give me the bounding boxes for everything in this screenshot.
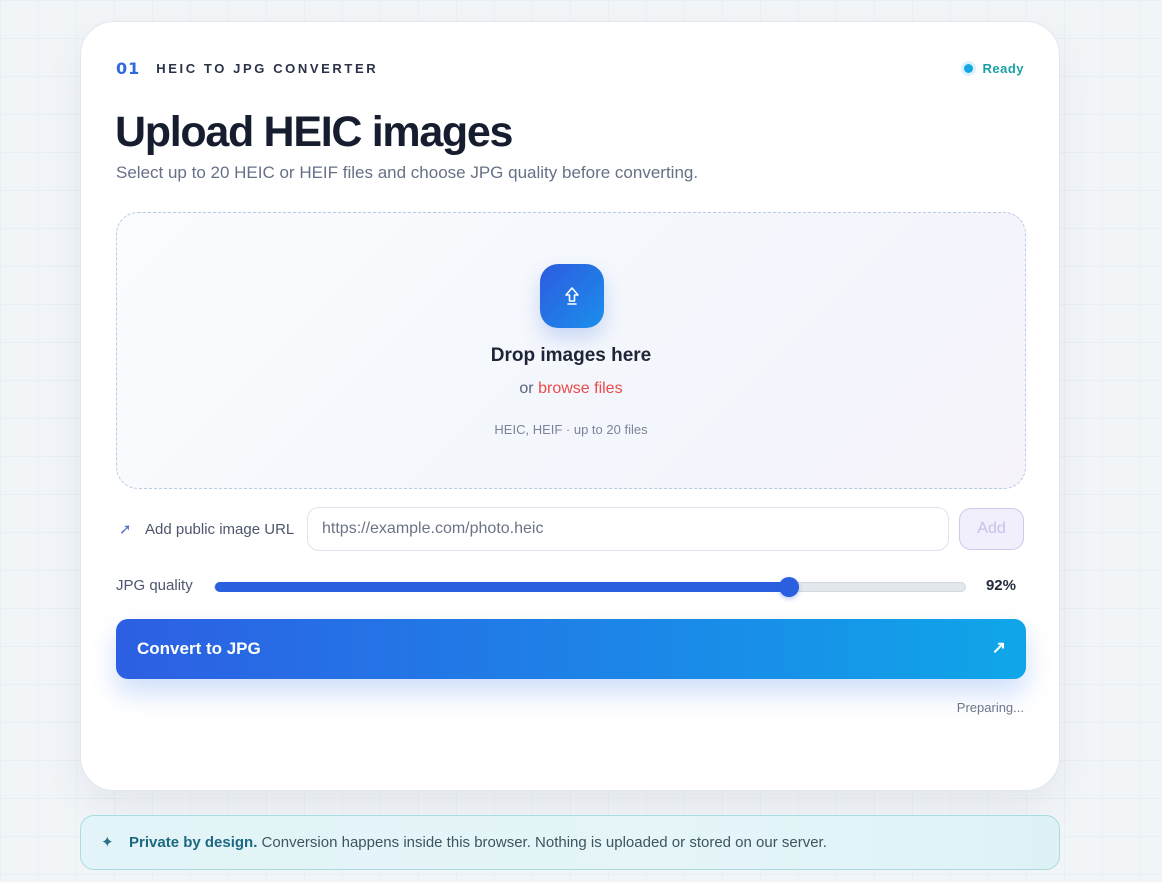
convert-button[interactable]: Convert to JPG ↗	[116, 619, 1026, 679]
add-url-button[interactable]: Add	[959, 508, 1024, 550]
step-header: 01 HEIC TO JPG CONVERTER	[116, 59, 378, 78]
upload-icon[interactable]	[540, 264, 604, 328]
url-row: ➚ Add public image URL Add	[117, 507, 1027, 551]
file-dropzone[interactable]: Drop images here or browse files HEIC, H…	[116, 212, 1026, 489]
dropzone-or-row: or browse files	[117, 380, 1025, 398]
privacy-body: Conversion happens inside this browser. …	[257, 834, 827, 851]
conversion-status: Preparing...	[956, 700, 1024, 715]
privacy-heading: Private by design.	[129, 834, 258, 851]
status-text: Ready	[982, 61, 1024, 76]
quality-value: 92%	[985, 577, 1016, 594]
converter-card: 01 HEIC TO JPG CONVERTER Ready Upload HE…	[80, 21, 1060, 791]
page-subtitle: Select up to 20 HEIC or HEIF files and c…	[116, 163, 699, 182]
quality-slider-fill	[215, 582, 789, 592]
arrow-up-right-icon: ↗	[991, 638, 1006, 657]
privacy-text: Private by design. Conversion happens in…	[129, 834, 827, 851]
step-label: HEIC TO JPG CONVERTER	[156, 61, 379, 76]
link-arrow-icon: ➚	[119, 521, 132, 538]
privacy-notice: ✦ Private by design. Conversion happens …	[80, 815, 1060, 870]
sparkle-icon: ✦	[101, 834, 114, 851]
status-indicator: Ready	[964, 61, 1024, 76]
status-dot-icon	[964, 64, 974, 73]
quality-row: JPG quality 92%	[116, 575, 1026, 599]
dropzone-or-text: or	[519, 380, 534, 397]
url-label: Add public image URL	[145, 521, 295, 538]
dropzone-hint: HEIC, HEIF · up to 20 files	[494, 422, 648, 437]
browse-files-link[interactable]: browse files	[538, 380, 622, 397]
dropzone-title: Drop images here	[490, 345, 652, 366]
page-title: Upload HEIC images	[115, 108, 513, 156]
quality-slider-thumb[interactable]	[778, 577, 799, 597]
step-number: 01	[116, 59, 141, 78]
upload-arrow-icon	[565, 287, 579, 305]
quality-slider[interactable]	[214, 577, 966, 597]
quality-label: JPG quality	[116, 577, 193, 594]
url-input[interactable]	[307, 507, 949, 551]
convert-button-label: Convert to JPG	[137, 639, 261, 658]
